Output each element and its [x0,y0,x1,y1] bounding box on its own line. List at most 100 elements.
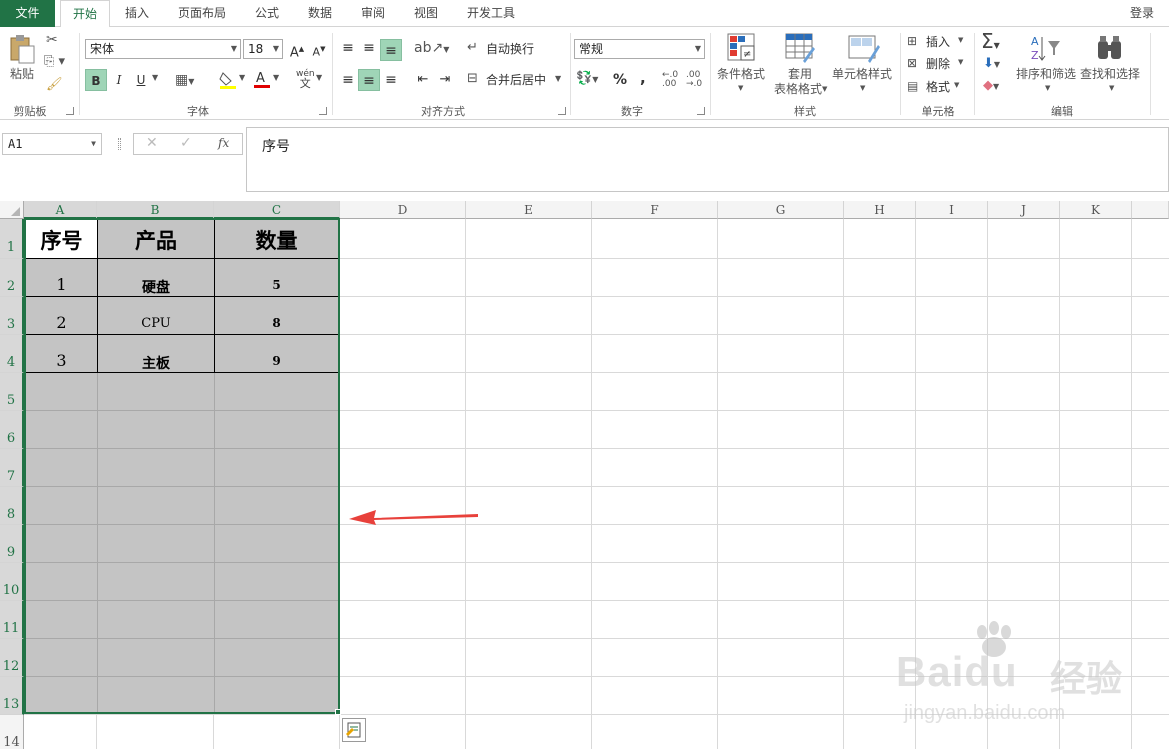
format-painter-icon[interactable]: 🖌 [46,77,63,92]
column-header-d[interactable]: D [340,201,466,219]
row-header-13[interactable]: 13 [0,677,24,715]
table-cell[interactable]: CPU [98,316,214,331]
selection-range[interactable]: 序号 产品 数量 1 硬盘 5 2 CPU 8 3 主板 9 [24,218,341,715]
formula-input[interactable]: 序号 [246,127,1169,192]
autosum-icon[interactable]: Σ▼ [981,29,1000,53]
orientation-icon[interactable]: ab↗▼ [414,40,449,56]
chevron-down-icon[interactable]: ▼ [860,84,865,92]
cell-styles-icon[interactable] [848,33,880,63]
table-cell[interactable]: 8 [215,316,338,330]
quick-analysis-icon[interactable] [342,718,366,742]
column-header-i[interactable]: I [916,201,988,219]
chevron-down-icon[interactable]: ▼ [91,134,96,154]
decrease-indent-icon[interactable]: ⇤ [412,69,434,91]
delete-cells-button[interactable]: 删除 [926,55,950,73]
wrap-text-icon[interactable]: ↵ [467,40,478,55]
table-header-cell[interactable]: 序号 [26,225,97,255]
paste-label[interactable]: 粘贴 [6,67,38,81]
tab-page-layout[interactable]: 页面布局 [165,0,239,27]
phonetic-icon[interactable]: wén 文 [296,69,315,90]
row-header-4[interactable]: 4 [0,335,24,373]
table-cell[interactable]: 9 [215,354,338,368]
row-header-5[interactable]: 5 [0,373,24,411]
merge-center-button[interactable]: 合并后居中 [486,71,546,89]
table-cell[interactable]: 2 [26,313,97,332]
row-header-6[interactable]: 6 [0,411,24,449]
font-name-select[interactable]: 宋体 ▼ [85,39,241,59]
percent-button[interactable]: % [613,71,627,89]
tab-formulas[interactable]: 公式 [244,0,290,27]
table-cell[interactable]: 主板 [98,353,214,373]
table-cell[interactable]: 3 [26,351,97,370]
chevron-down-icon[interactable]: ▼ [954,81,959,89]
column-header-j[interactable]: J [988,201,1060,219]
font-color-icon[interactable]: A [253,69,271,89]
number-format-select[interactable]: 常规 ▼ [574,39,705,59]
sort-filter-icon[interactable]: AZ [1030,33,1062,63]
wrap-text-button[interactable]: 自动换行 [486,40,534,58]
currency-icon[interactable]: 💱▼ [576,71,598,86]
underline-button[interactable]: U [130,69,152,91]
table-header-cell[interactable]: 数量 [215,225,338,255]
column-header-k[interactable]: K [1060,201,1132,219]
row-header-2[interactable]: 2 [0,259,24,297]
tab-developer[interactable]: 开发工具 [455,0,527,27]
align-middle-icon[interactable]: ≡ [358,37,380,59]
table-cell[interactable]: 5 [215,278,338,292]
row-header-8[interactable]: 8 [0,487,24,525]
borders-icon[interactable]: ▦▼ [175,72,194,88]
column-header-e[interactable]: E [466,201,592,219]
column-header-l[interactable] [1132,201,1169,219]
tab-review[interactable]: 审阅 [349,0,397,27]
chevron-down-icon[interactable]: ▼ [958,36,963,44]
row-header-3[interactable]: 3 [0,297,24,335]
cut-icon[interactable]: ✂ [46,32,58,48]
column-header-g[interactable]: G [718,201,844,219]
insert-cells-button[interactable]: 插入 [926,33,950,51]
column-header-h[interactable]: H [844,201,916,219]
table-cell[interactable]: 硬盘 [98,277,214,297]
tab-insert[interactable]: 插入 [113,0,161,27]
cell-styles-label[interactable]: 单元格样式 [830,67,894,81]
shrink-font-icon[interactable]: A▼ [308,38,330,60]
tab-home[interactable]: 开始 [60,0,110,28]
sort-filter-label[interactable]: 排序和筛选 [1014,67,1078,81]
column-header-a[interactable]: A [24,201,97,219]
column-header-c[interactable]: C [214,201,340,219]
delete-cells-icon[interactable]: ⊠ [907,56,917,70]
fill-color-icon[interactable] [219,70,237,90]
conditional-format-icon[interactable]: ≠ [727,33,757,63]
tab-file[interactable]: 文件 [0,0,55,27]
chevron-down-icon[interactable]: ▼ [738,84,743,92]
chevron-down-icon[interactable]: ▼ [555,74,561,83]
column-header-f[interactable]: F [592,201,718,219]
format-cells-icon[interactable]: ▤ [907,79,918,93]
format-cells-button[interactable]: 格式 [926,78,950,96]
font-launcher-icon[interactable] [319,107,327,115]
table-header-cell[interactable]: 产品 [98,225,214,255]
clipboard-launcher-icon[interactable] [66,107,74,115]
chevron-down-icon[interactable]: ▼ [958,58,963,66]
row-header-12[interactable]: 12 [0,639,24,677]
row-header-7[interactable]: 7 [0,449,24,487]
name-box[interactable]: A1 ▼ [2,133,102,155]
merge-center-icon[interactable]: ⊟ [467,71,478,86]
chevron-down-icon[interactable]: ▼ [152,73,158,82]
chevron-down-icon[interactable]: ▼ [239,73,245,82]
enter-icon[interactable]: ✓ [180,135,192,151]
align-bottom-icon[interactable]: ≡ [380,39,402,61]
align-center-icon[interactable]: ≡ [358,69,380,91]
chevron-down-icon[interactable]: ▼ [1045,84,1050,92]
row-header-10[interactable]: 10 [0,563,24,601]
cancel-icon[interactable]: ✕ [146,135,158,151]
conditional-format-label[interactable]: 条件格式 [714,67,768,81]
chevron-down-icon[interactable]: ▼ [273,73,279,82]
clear-icon[interactable]: ◆▼ [983,78,999,93]
increase-indent-icon[interactable]: ⇥ [434,69,456,91]
bold-button[interactable]: B [85,69,107,91]
alignment-launcher-icon[interactable] [558,107,566,115]
chevron-down-icon[interactable]: ▼ [316,73,322,82]
number-launcher-icon[interactable] [697,107,705,115]
chevron-down-icon[interactable]: ▼ [1109,84,1114,92]
font-size-select[interactable]: 18 ▼ [243,39,283,59]
